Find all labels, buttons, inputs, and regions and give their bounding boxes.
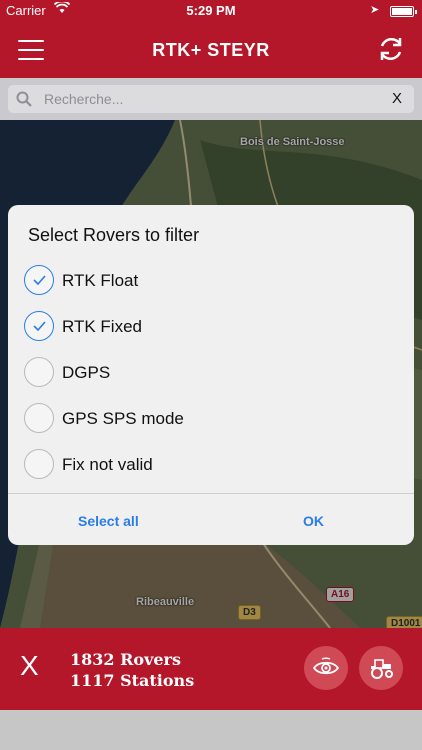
- ok-button[interactable]: OK: [303, 513, 324, 529]
- search-input[interactable]: [44, 87, 374, 111]
- checkbox-unchecked-icon[interactable]: [24, 403, 54, 433]
- option-label: Fix not valid: [62, 455, 153, 474]
- checkbox-checked-icon[interactable]: [24, 311, 54, 341]
- option-gps-sps-mode[interactable]: GPS SPS mode: [24, 399, 404, 439]
- search-box[interactable]: X: [8, 85, 414, 113]
- clear-search-button[interactable]: X: [392, 90, 402, 107]
- tractor-icon: [371, 659, 393, 679]
- option-label: RTK Fixed: [62, 317, 142, 336]
- clock: 5:29 PM: [186, 3, 236, 18]
- search-bar: X: [0, 78, 422, 120]
- device-counts: 1832 Rovers 1117 Stations: [70, 649, 194, 691]
- location-arrow-icon: ➤: [370, 4, 380, 16]
- stations-count: 1117 Stations: [70, 671, 195, 690]
- navigation-bar: RTK+ STEYR: [0, 22, 422, 78]
- close-button[interactable]: X: [20, 650, 39, 682]
- battery-icon: [390, 6, 417, 17]
- search-icon: [16, 91, 32, 107]
- bottom-bar: X 1832 Rovers 1117 Stations: [0, 628, 422, 710]
- dialog-title: Select Rovers to filter: [28, 225, 200, 245]
- eye-button[interactable]: [304, 646, 348, 690]
- refresh-icon[interactable]: [376, 34, 406, 64]
- page-title: RTK+ STEYR: [152, 40, 270, 60]
- option-label: DGPS: [62, 363, 111, 382]
- rovers-count: 1832 Rovers: [70, 650, 181, 669]
- checkbox-unchecked-icon[interactable]: [24, 357, 54, 387]
- option-label: RTK Float: [62, 271, 139, 290]
- tractor-button[interactable]: [359, 646, 403, 690]
- option-dgps[interactable]: DGPS: [24, 353, 404, 393]
- checkbox-unchecked-icon[interactable]: [24, 449, 54, 479]
- filter-dialog: Select Rovers to filter RTK Float RTK Fi…: [8, 205, 414, 545]
- home-indicator-area: [0, 710, 422, 750]
- option-label: GPS SPS mode: [62, 409, 184, 428]
- option-fix-not-valid[interactable]: Fix not valid: [24, 445, 404, 485]
- eye-icon: [312, 657, 340, 675]
- select-all-button[interactable]: Select all: [78, 513, 139, 529]
- option-rtk-fixed[interactable]: RTK Fixed: [24, 307, 404, 347]
- option-rtk-float[interactable]: RTK Float: [24, 261, 404, 301]
- checkbox-checked-icon[interactable]: [24, 265, 54, 295]
- status-bar: Carrier 5:29 PM ➤: [0, 0, 422, 22]
- dialog-divider: [8, 493, 414, 494]
